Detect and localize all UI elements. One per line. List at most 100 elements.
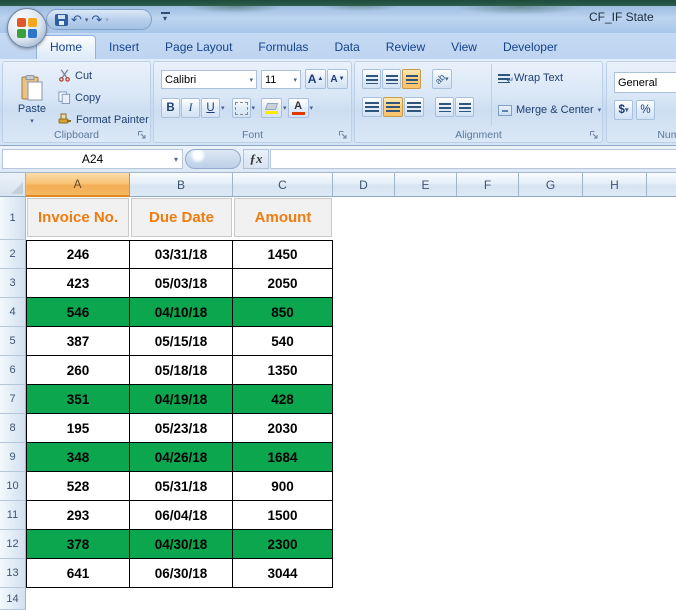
row-header-3[interactable]: 3	[0, 269, 26, 298]
number-format-combobox[interactable]: General ▾	[614, 72, 676, 93]
tab-data[interactable]: Data	[321, 36, 372, 59]
decrease-indent-button[interactable]	[435, 97, 454, 117]
column-header-D[interactable]: D	[333, 173, 395, 197]
cell-C7[interactable]: 428	[233, 385, 333, 414]
grow-font-button[interactable]: A ▲	[305, 69, 326, 89]
orientation-button[interactable]: ab ▾	[432, 69, 452, 89]
cell-B7[interactable]: 04/19/18	[130, 385, 233, 414]
bold-button[interactable]: B	[161, 98, 180, 118]
increase-indent-button[interactable]	[455, 97, 474, 117]
cell-C9[interactable]: 1684	[233, 443, 333, 472]
shrink-font-button[interactable]: A ▼	[327, 69, 348, 89]
middle-align-button[interactable]	[382, 69, 401, 89]
row-header-10[interactable]: 10	[0, 472, 26, 501]
row-header-4[interactable]: 4	[0, 298, 26, 327]
cell-C8[interactable]: 2030	[233, 414, 333, 443]
row-header-11[interactable]: 11	[0, 501, 26, 530]
column-header-C[interactable]: C	[233, 173, 333, 197]
fill-color-button[interactable]	[261, 98, 283, 118]
cell-A10[interactable]: 528	[26, 472, 130, 501]
row-header-14[interactable]: 14	[0, 588, 26, 610]
cell-A8[interactable]: 195	[26, 414, 130, 443]
font-dialog-launcher-icon[interactable]	[338, 130, 348, 140]
borders-button[interactable]	[231, 98, 251, 118]
cell-A5[interactable]: 387	[26, 327, 130, 356]
name-box-dropdown-icon[interactable]: ▾	[174, 155, 178, 164]
clipboard-dialog-launcher-icon[interactable]	[137, 130, 147, 140]
column-header-B[interactable]: B	[130, 173, 233, 197]
cell-B2[interactable]: 03/31/18	[130, 240, 233, 269]
tab-view[interactable]: View	[438, 36, 490, 59]
format-painter-button[interactable]: Format Painter	[58, 113, 149, 126]
accounting-format-button[interactable]: $ ▾	[614, 100, 633, 120]
column-header-A[interactable]: A	[26, 173, 130, 197]
cell-C11[interactable]: 1500	[233, 501, 333, 530]
cell-C4[interactable]: 850	[233, 298, 333, 327]
select-all-corner[interactable]	[0, 173, 26, 197]
merge-center-dropdown-icon[interactable]: ▾	[598, 106, 602, 114]
underline-button[interactable]: U	[201, 98, 220, 118]
cell-A2[interactable]: 246	[26, 240, 130, 269]
fill-color-dropdown-icon[interactable]: ▾	[283, 104, 287, 112]
cell-A9[interactable]: 348	[26, 443, 130, 472]
center-button[interactable]	[383, 97, 403, 117]
undo-icon[interactable]: ↶	[71, 13, 82, 26]
column-header-partial[interactable]	[647, 173, 676, 197]
row-header-8[interactable]: 8	[0, 414, 26, 443]
font-name-combobox[interactable]: Calibri ▾	[161, 70, 257, 89]
paste-dropdown-icon[interactable]: ▾	[30, 117, 34, 125]
cell-A13[interactable]: 641	[26, 559, 130, 588]
row-header-7[interactable]: 7	[0, 385, 26, 414]
office-button[interactable]	[7, 8, 47, 48]
cell-A7[interactable]: 351	[26, 385, 130, 414]
cell-C12[interactable]: 2300	[233, 530, 333, 559]
merge-center-button[interactable]: Merge & Center ▾	[498, 104, 601, 116]
cell-A12[interactable]: 378	[26, 530, 130, 559]
cell-B13[interactable]: 06/30/18	[130, 559, 233, 588]
row-header-13[interactable]: 13	[0, 559, 26, 588]
cell-B6[interactable]: 05/18/18	[130, 356, 233, 385]
row-header-2[interactable]: 2	[0, 240, 26, 269]
wrap-text-button[interactable]: ↵ Wrap Text	[498, 72, 563, 85]
table-header-cell[interactable]: Invoice No.	[27, 198, 129, 237]
insert-function-button[interactable]: ƒx	[243, 149, 269, 169]
tab-developer[interactable]: Developer	[490, 36, 571, 59]
column-header-G[interactable]: G	[519, 173, 583, 197]
tab-insert[interactable]: Insert	[96, 36, 152, 59]
name-box[interactable]: A24 ▾	[2, 149, 183, 169]
cell-A6[interactable]: 260	[26, 356, 130, 385]
cell-B8[interactable]: 05/23/18	[130, 414, 233, 443]
cell-C2[interactable]: 1450	[233, 240, 333, 269]
cell-B5[interactable]: 05/15/18	[130, 327, 233, 356]
top-align-button[interactable]	[362, 69, 381, 89]
cell-C13[interactable]: 3044	[233, 559, 333, 588]
cell-B11[interactable]: 06/04/18	[130, 501, 233, 530]
row-header-1[interactable]: 1	[0, 197, 26, 240]
cell-C5[interactable]: 540	[233, 327, 333, 356]
formula-input[interactable]	[270, 149, 676, 169]
cells-area[interactable]: Invoice No. Due Date Amount 246 03/31/18 1450…	[26, 197, 676, 610]
tab-formulas[interactable]: Formulas	[245, 36, 321, 59]
font-size-combobox[interactable]: 11 ▾	[261, 70, 301, 89]
save-icon[interactable]	[55, 13, 68, 26]
column-header-E[interactable]: E	[395, 173, 457, 197]
cell-C6[interactable]: 1350	[233, 356, 333, 385]
undo-dropdown-icon[interactable]: ▾	[85, 16, 89, 24]
underline-dropdown-icon[interactable]: ▾	[221, 104, 225, 112]
customize-quick-access-icon[interactable]: ▾	[158, 12, 172, 23]
cell-B9[interactable]: 04/26/18	[130, 443, 233, 472]
column-header-H[interactable]: H	[583, 173, 647, 197]
font-color-button[interactable]: A	[287, 98, 309, 118]
cell-B12[interactable]: 04/30/18	[130, 530, 233, 559]
table-header-cell[interactable]: Amount	[234, 198, 332, 237]
cell-A11[interactable]: 293	[26, 501, 130, 530]
font-color-dropdown-icon[interactable]: ▾	[310, 104, 314, 112]
cell-C3[interactable]: 2050	[233, 269, 333, 298]
alignment-dialog-launcher-icon[interactable]	[589, 130, 599, 140]
row-header-12[interactable]: 12	[0, 530, 26, 559]
cell-B4[interactable]: 04/10/18	[130, 298, 233, 327]
cell-B3[interactable]: 05/03/18	[130, 269, 233, 298]
percent-style-button[interactable]: %	[636, 100, 655, 120]
cell-A4[interactable]: 546	[26, 298, 130, 327]
cell-C10[interactable]: 900	[233, 472, 333, 501]
